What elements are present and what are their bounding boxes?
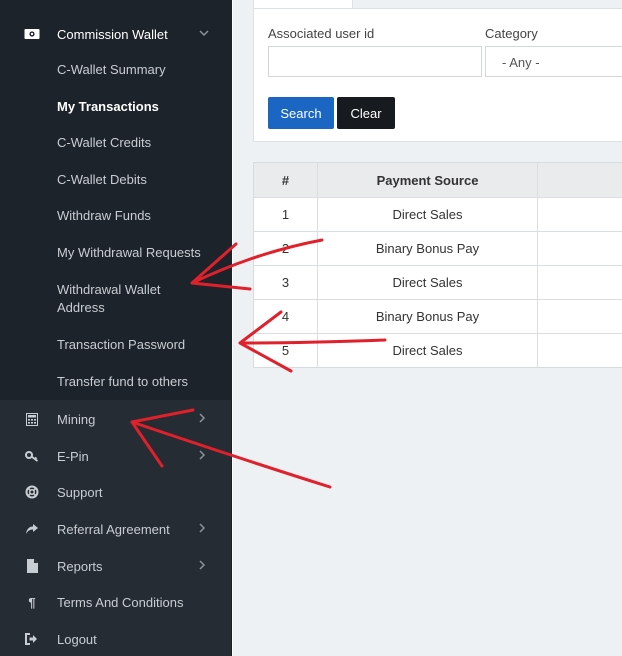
sidebar-item-label: Mining: [57, 411, 96, 427]
sign-out-icon: [24, 631, 40, 647]
cell-payment-source: Direct Sales: [318, 198, 538, 231]
user-id-input[interactable]: [268, 46, 482, 77]
calculator-icon: [24, 411, 40, 427]
cell-extra: [538, 300, 622, 333]
category-select[interactable]: - Any -: [485, 46, 622, 77]
submenu-item-transaction-password[interactable]: Transaction Password: [57, 336, 185, 354]
submenu-item-c-wallet-debits[interactable]: C-Wallet Debits: [57, 171, 147, 189]
sidebar-item-label: Logout: [57, 631, 97, 647]
submenu-item-label-line2: Address: [57, 300, 105, 315]
chevron-right-icon: [199, 559, 206, 573]
sidebar-item-support[interactable]: Support: [0, 482, 232, 502]
share-icon: [24, 521, 40, 537]
sidebar: Commission Wallet C-Wallet Summary My Tr…: [0, 0, 232, 656]
life-ring-icon: [24, 484, 40, 500]
sidebar-item-label: Referral Agreement: [57, 521, 170, 537]
cell-number: 2: [254, 232, 318, 265]
sidebar-item-label: Commission Wallet: [57, 26, 168, 42]
table-row: 5 Direct Sales: [254, 333, 622, 367]
filter-panel: Associated user id Category - Any - Sear…: [253, 8, 622, 142]
submenu-item-withdraw-funds[interactable]: Withdraw Funds: [57, 207, 151, 225]
chevron-right-icon: [199, 522, 206, 536]
table-row: 2 Binary Bonus Pay: [254, 231, 622, 265]
cell-payment-source: Direct Sales: [318, 334, 538, 367]
sidebar-item-mining[interactable]: Mining: [0, 409, 232, 429]
sidebar-item-label: Support: [57, 484, 103, 500]
cell-extra: [538, 334, 622, 367]
sidebar-item-e-pin[interactable]: E-Pin: [0, 446, 232, 466]
submenu-item-c-wallet-summary[interactable]: C-Wallet Summary: [57, 61, 166, 79]
cell-number: 4: [254, 300, 318, 333]
filter-tab: [253, 0, 353, 8]
sidebar-item-label: E-Pin: [57, 448, 89, 464]
cell-payment-source: Direct Sales: [318, 266, 538, 299]
table-row: 1 Direct Sales: [254, 197, 622, 231]
chevron-right-icon: [199, 412, 206, 426]
chevron-right-icon: [199, 449, 206, 463]
sidebar-item-label: Reports: [57, 558, 103, 574]
main-content: Associated user id Category - Any - Sear…: [233, 0, 622, 656]
submenu-item-my-withdrawal-requests[interactable]: My Withdrawal Requests: [57, 244, 201, 262]
category-label: Category: [485, 26, 538, 41]
column-header-payment-source[interactable]: Payment Source: [318, 163, 538, 197]
table-header-row: # Payment Source: [254, 163, 622, 197]
cell-extra: [538, 266, 622, 299]
cell-number: 1: [254, 198, 318, 231]
sidebar-item-logout[interactable]: Logout: [0, 629, 232, 649]
key-icon: [24, 448, 40, 464]
cell-number: 3: [254, 266, 318, 299]
paragraph-icon: ¶: [28, 594, 36, 610]
column-header-extra: [538, 163, 622, 197]
sidebar-item-commission-wallet[interactable]: Commission Wallet: [0, 24, 232, 44]
sidebar-item-label: Terms And Conditions: [57, 594, 184, 610]
wallet-icon: [24, 26, 40, 42]
file-icon: [24, 558, 40, 574]
cell-payment-source: Binary Bonus Pay: [318, 232, 538, 265]
submenu-item-c-wallet-credits[interactable]: C-Wallet Credits: [57, 134, 151, 152]
sidebar-item-terms[interactable]: ¶ Terms And Conditions: [0, 592, 232, 612]
submenu-item-transfer-fund[interactable]: Transfer fund to others: [57, 373, 188, 391]
chevron-down-icon: [199, 28, 209, 40]
clear-button[interactable]: Clear: [337, 97, 395, 129]
table-row: 3 Direct Sales: [254, 265, 622, 299]
table-row: 4 Binary Bonus Pay: [254, 299, 622, 333]
transactions-table: # Payment Source 1 Direct Sales 2 Binary…: [253, 162, 622, 368]
sidebar-item-reports[interactable]: Reports: [0, 556, 232, 576]
cell-extra: [538, 198, 622, 231]
column-header-number[interactable]: #: [254, 163, 318, 197]
sidebar-item-referral-agreement[interactable]: Referral Agreement: [0, 519, 232, 539]
submenu-item-my-transactions[interactable]: My Transactions: [57, 98, 159, 116]
cell-payment-source: Binary Bonus Pay: [318, 300, 538, 333]
user-id-label: Associated user id: [268, 26, 375, 41]
cell-extra: [538, 232, 622, 265]
submenu-item-label-line1: Withdrawal Wallet: [57, 282, 161, 297]
search-button[interactable]: Search: [268, 97, 334, 129]
submenu-item-withdrawal-wallet-address[interactable]: Withdrawal Wallet Address: [57, 281, 161, 317]
cell-number: 5: [254, 334, 318, 367]
